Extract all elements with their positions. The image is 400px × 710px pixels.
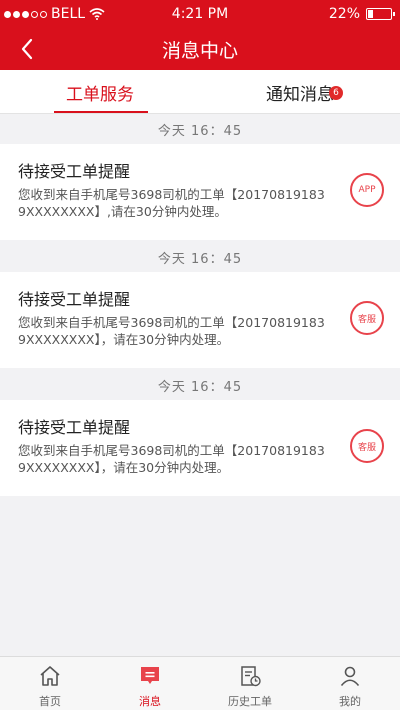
message-desc: 您收到来自手机尾号3698司机的工单【201708191839XXXXXXXX】…: [18, 443, 325, 475]
source-stamp: 客服: [350, 429, 384, 463]
tabbar-label: 历史工单: [228, 695, 272, 708]
tabbar-item-home[interactable]: 首页: [0, 657, 100, 710]
source-stamp: 客服: [350, 301, 384, 335]
tabbar-label: 首页: [39, 695, 61, 708]
active-tab-indicator: [54, 111, 148, 113]
tabbar-item-messages[interactable]: 消息: [100, 657, 200, 710]
message-card[interactable]: 待接受工单提醒 您收到来自手机尾号3698司机的工单【201708191839X…: [0, 272, 400, 368]
home-icon: [37, 663, 63, 689]
profile-icon: [337, 663, 363, 689]
tabbar-item-profile[interactable]: 我的: [300, 657, 400, 710]
status-bar: BELL 4:21 PM 22%: [0, 0, 400, 28]
stamp-label: 客服: [357, 442, 376, 453]
time-separator: 今天 16：45: [157, 379, 243, 395]
nav-bar: 消息中心: [0, 28, 400, 70]
message-desc: 您收到来自手机尾号3698司机的工单【201708191839XXXXXXXX】…: [18, 315, 325, 347]
page-title: 消息中心: [161, 40, 238, 62]
unread-badge: 6: [329, 85, 343, 100]
tab-work-order-service[interactable]: 工单服务: [0, 70, 200, 114]
message-icon: [137, 663, 163, 689]
battery-icon: [366, 8, 395, 20]
message-card[interactable]: 待接受工单提醒 您收到来自手机尾号3698司机的工单【201708191839X…: [0, 144, 400, 240]
tabbar-item-history[interactable]: 历史工单: [200, 657, 300, 710]
message-title: 待接受工单提醒: [18, 418, 131, 437]
tab-bar: 工单服务 通知消息 6: [0, 70, 400, 114]
history-icon: [237, 663, 263, 689]
bottom-tab-bar: 首页 消息 历史工单 我的: [0, 656, 400, 710]
message-desc: 您收到来自手机尾号3698司机的工单【201708191839XXXXXXXX】…: [18, 187, 325, 219]
tab-notifications[interactable]: 通知消息 6: [200, 70, 400, 114]
tabbar-label: 消息: [139, 695, 161, 708]
tab-label: 工单服务: [66, 84, 134, 105]
battery-percent: 22%: [328, 6, 360, 22]
tabbar-label: 我的: [339, 695, 361, 708]
source-stamp: APP: [350, 173, 384, 207]
message-title: 待接受工单提醒: [18, 162, 131, 181]
time-separator: 今天 16：45: [157, 251, 243, 267]
time-separator: 今天 16：45: [157, 123, 243, 139]
stamp-label: 客服: [357, 314, 376, 325]
stamp-label: APP: [358, 185, 376, 195]
tab-label: 通知消息: [266, 84, 334, 105]
message-card[interactable]: 待接受工单提醒 您收到来自手机尾号3698司机的工单【201708191839X…: [0, 400, 400, 496]
message-title: 待接受工单提醒: [18, 290, 131, 309]
